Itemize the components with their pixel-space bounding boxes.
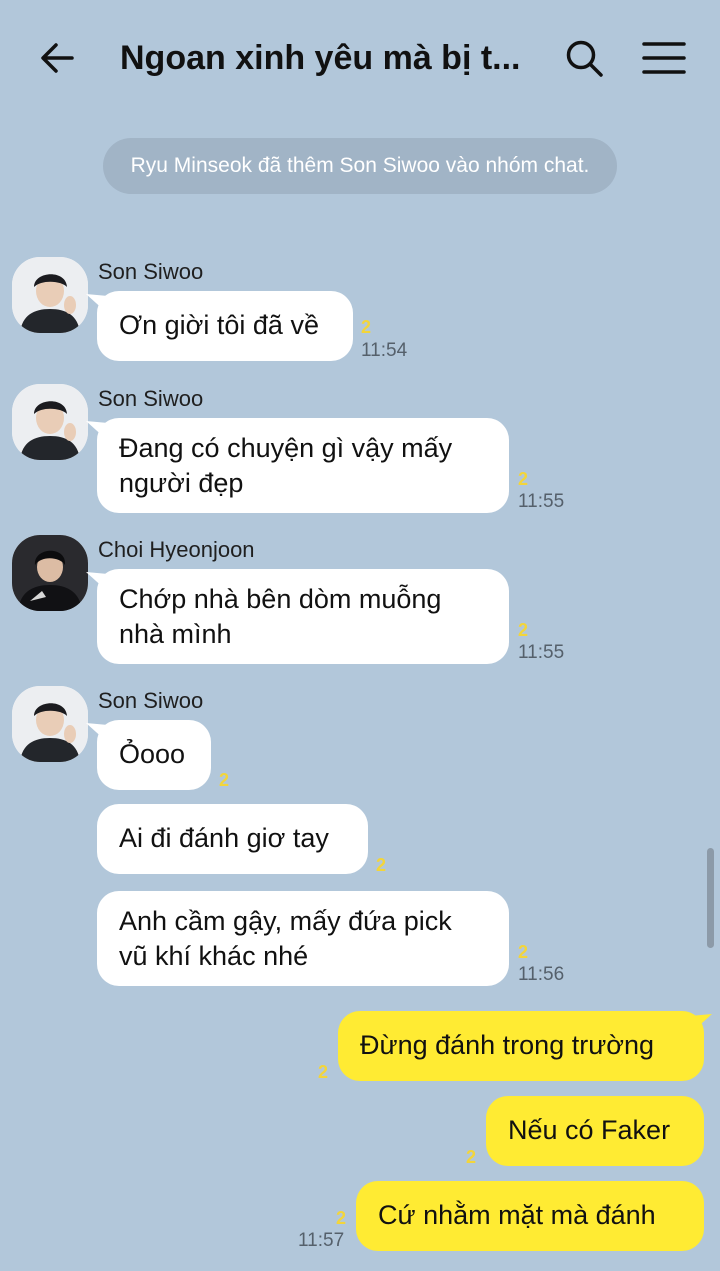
message-text-line: Đang có chuyện gì vậy mấy xyxy=(119,433,453,463)
message-text-line: Anh cầm gậy, mấy đứa pick xyxy=(119,906,452,936)
search-icon[interactable] xyxy=(562,36,606,80)
message-time: 11:57 xyxy=(298,1230,345,1251)
message-text: Nếu có Faker xyxy=(508,1115,671,1145)
message-bubble[interactable]: Ỏooo xyxy=(97,720,211,790)
avatar-choi-hyeonjoon[interactable] xyxy=(12,535,88,611)
message-text-line: nhà mình xyxy=(119,619,232,649)
message-bubble[interactable]: Ơn giời tôi đã về xyxy=(97,291,353,361)
message-time: 11:56 xyxy=(518,964,565,985)
unread-count: 2 xyxy=(518,469,529,489)
message-text-line: người đẹp xyxy=(119,468,244,498)
unread-count: 2 xyxy=(336,1208,347,1228)
message-text: Cứ nhằm mặt mà đánh xyxy=(378,1200,656,1230)
message-bubble-outgoing[interactable]: Cứ nhằm mặt mà đánh xyxy=(356,1181,704,1251)
sender-name: Son Siwoo xyxy=(98,688,204,713)
message-time: 11:54 xyxy=(361,340,408,361)
message-bubble-outgoing[interactable]: Nếu có Faker xyxy=(486,1096,704,1166)
chat-title[interactable]: Ngoan xinh yêu mà bị t... xyxy=(120,36,540,80)
message-time: 11:55 xyxy=(518,642,565,663)
message-bubble[interactable]: Chớp nhà bên dòm muỗng nhà mình xyxy=(97,569,509,664)
chat-header: Ngoan xinh yêu mà bị t... xyxy=(0,0,720,115)
menu-icon[interactable] xyxy=(640,36,688,80)
avatar-son-siwoo[interactable] xyxy=(12,257,88,333)
unread-count: 2 xyxy=(219,770,230,790)
unread-count: 2 xyxy=(518,942,529,962)
unread-count: 2 xyxy=(376,855,387,875)
message-text: Ỏooo xyxy=(119,739,186,769)
message-text: Ai đi đánh giơ tay xyxy=(119,823,329,853)
system-notice: Ryu Minseok đã thêm Son Siwoo vào nhóm c… xyxy=(103,138,617,194)
avatar-son-siwoo[interactable] xyxy=(12,384,88,460)
unread-count: 2 xyxy=(318,1062,329,1082)
message-time: 11:55 xyxy=(518,491,565,512)
unread-count: 2 xyxy=(466,1147,477,1167)
unread-count: 2 xyxy=(361,317,372,337)
avatar-son-siwoo[interactable] xyxy=(12,686,88,762)
message-text: Đừng đánh trong trường xyxy=(360,1030,655,1060)
unread-count: 2 xyxy=(518,620,529,640)
scrollbar[interactable] xyxy=(707,848,714,948)
message-text-line: Chớp nhà bên dòm muỗng xyxy=(119,584,442,614)
message-text: Ơn giời tôi đã về xyxy=(119,310,319,340)
message-text-line: vũ khí khác nhé xyxy=(119,941,309,971)
message-bubble-outgoing[interactable]: Đừng đánh trong trường xyxy=(338,1011,704,1081)
message-bubble[interactable]: Đang có chuyện gì vậy mấy người đẹp xyxy=(97,418,509,513)
sender-name: Son Siwoo xyxy=(98,386,204,411)
message-bubble[interactable]: Anh cầm gậy, mấy đứa pick vũ khí khác nh… xyxy=(97,891,509,986)
sender-name: Son Siwoo xyxy=(98,259,204,284)
back-arrow-icon[interactable] xyxy=(36,36,80,80)
sender-name: Choi Hyeonjoon xyxy=(98,537,255,562)
message-bubble[interactable]: Ai đi đánh giơ tay xyxy=(97,804,368,874)
